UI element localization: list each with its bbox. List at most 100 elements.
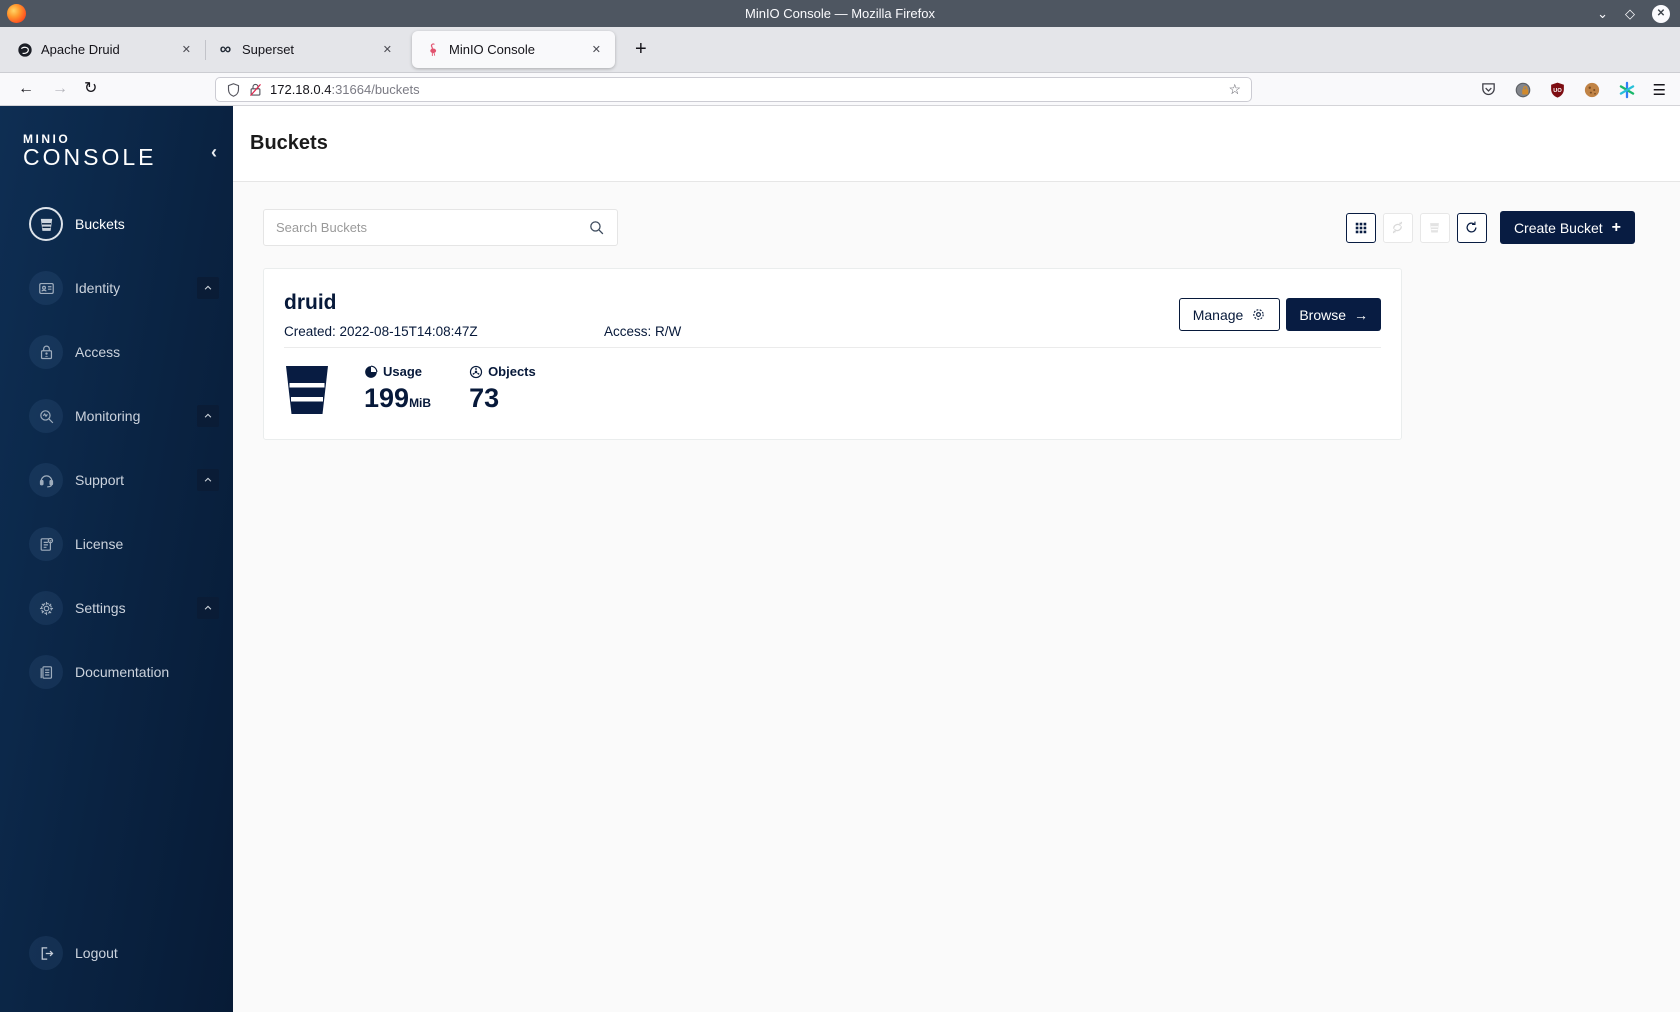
tab-superset[interactable]: ∞ Superset ✕	[205, 27, 406, 73]
usage-value: 199	[364, 383, 410, 413]
window-minimize-button[interactable]: ⌄	[1597, 7, 1608, 20]
tab-close-icon[interactable]: ✕	[588, 41, 605, 58]
buckets-toolbar: Create Bucket +	[233, 182, 1680, 282]
sidebar-item-settings[interactable]: Settings	[0, 576, 233, 640]
sidebar-item-identity[interactable]: Identity	[0, 256, 233, 320]
browser-tab-strip: Apache Druid ✕ ∞ Superset ✕ MinIO Consol…	[0, 27, 1680, 73]
sidebar-item-label: Buckets	[75, 216, 125, 232]
objects-metric: Objects 73	[469, 364, 536, 416]
refresh-button[interactable]	[1456, 212, 1487, 243]
window-close-button[interactable]: ✕	[1652, 4, 1670, 23]
sidebar-collapse-icon[interactable]: ‹	[211, 142, 217, 163]
window-maximize-button[interactable]: ◇	[1625, 7, 1635, 20]
license-document-icon	[29, 527, 63, 561]
url-text[interactable]: 172.18.0.4:31664/buckets	[270, 82, 1221, 97]
insecure-lock-icon[interactable]	[248, 82, 263, 98]
id-card-icon	[29, 271, 63, 305]
chevron-up-icon[interactable]	[197, 277, 219, 299]
minio-console-app: MINIO CONSOLE ‹ Buckets Identity Access …	[0, 106, 1680, 1012]
bucket-created-label: Created: 2022-08-15T14:08:47Z	[284, 324, 478, 339]
sidebar-item-logout[interactable]: Logout	[0, 921, 233, 985]
manage-gear-icon	[1251, 307, 1266, 322]
bucket-card[interactable]: druid Created: 2022-08-15T14:08:47Z Acce…	[263, 268, 1402, 440]
monitoring-search-icon	[29, 399, 63, 433]
delete-buckets-button[interactable]	[1419, 212, 1450, 243]
sidebar-item-license[interactable]: License	[0, 512, 233, 576]
create-bucket-label: Create Bucket	[1513, 219, 1603, 236]
tab-close-icon[interactable]: ✕	[379, 41, 396, 58]
forward-icon[interactable]: →	[52, 81, 68, 97]
sidebar-item-support[interactable]: Support	[0, 448, 233, 512]
page-header: Buckets	[233, 106, 1680, 182]
tracking-shield-icon[interactable]	[226, 82, 241, 98]
tab-close-icon[interactable]: ✕	[178, 41, 195, 58]
search-icon	[588, 219, 605, 236]
pocket-icon[interactable]	[1480, 81, 1497, 98]
lock-user-icon	[29, 335, 63, 369]
cookie-icon[interactable]	[1583, 81, 1601, 99]
create-bucket-button[interactable]: Create Bucket +	[1499, 211, 1635, 244]
main-content: Buckets Search Buckets Create Bucket + d…	[233, 106, 1680, 1012]
sidebar-item-label: Settings	[75, 600, 126, 616]
url-bar[interactable]: 172.18.0.4:31664/buckets ☆	[215, 77, 1252, 102]
objects-value: 73	[469, 383, 500, 413]
browse-button[interactable]: Browse →	[1286, 298, 1381, 331]
sidebar: MINIO CONSOLE ‹ Buckets Identity Access …	[0, 106, 233, 1012]
bucket-icon	[29, 207, 63, 241]
logo-console-text: CONSOLE	[23, 144, 157, 170]
sidebar-menu: Buckets Identity Access Monitoring Suppo…	[0, 192, 233, 704]
tab-label: Apache Druid	[41, 42, 120, 57]
sidebar-item-label: Identity	[75, 280, 121, 296]
manage-button[interactable]: Manage	[1178, 298, 1281, 331]
usage-label: Usage	[383, 364, 423, 379]
sidebar-item-access[interactable]: Access	[0, 320, 233, 384]
plus-icon: +	[1611, 218, 1621, 236]
usage-metric: Usage 199MiB	[364, 364, 431, 416]
set-replication-button[interactable]	[1382, 212, 1413, 243]
tab-minio-console[interactable]: MinIO Console ✕	[412, 31, 615, 68]
window-titlebar: MinIO Console — Mozilla Firefox ⌄ ◇ ✕	[0, 0, 1680, 27]
sidebar-item-buckets[interactable]: Buckets	[0, 192, 233, 256]
tab-label: Superset	[242, 42, 295, 57]
svg-text:UO: UO	[1553, 87, 1562, 93]
chevron-up-icon[interactable]	[197, 405, 219, 427]
usage-pie-icon	[364, 365, 378, 379]
window-title: MinIO Console — Mozilla Firefox	[745, 6, 935, 21]
search-buckets-box[interactable]	[263, 209, 618, 246]
browse-arrow-icon: →	[1354, 306, 1368, 323]
browser-navbar: ← → ↻ 172.18.0.4:31664/buckets ☆ UO ☰	[0, 73, 1680, 106]
browse-label: Browse	[1299, 306, 1346, 323]
objects-label: Objects	[488, 364, 536, 379]
sidebar-item-label: Documentation	[75, 664, 170, 680]
sidebar-item-monitoring[interactable]: Monitoring	[0, 384, 233, 448]
sidebar-item-documentation[interactable]: Documentation	[0, 640, 233, 704]
tab-label: MinIO Console	[449, 42, 535, 57]
chevron-up-icon[interactable]	[197, 597, 219, 619]
hamburger-menu-icon[interactable]: ☰	[1653, 81, 1666, 99]
sidebar-item-label: Monitoring	[75, 408, 141, 424]
superset-favicon-icon: ∞	[219, 40, 232, 58]
minio-console-logo: MINIO CONSOLE	[23, 132, 156, 171]
sidebar-item-label: License	[75, 536, 124, 552]
grid-view-button[interactable]	[1345, 212, 1376, 243]
sidebar-item-label: Access	[75, 344, 121, 360]
documentation-book-icon	[29, 655, 63, 689]
page-title: Buckets	[250, 132, 328, 154]
minio-flamingo-favicon-icon	[424, 41, 441, 58]
chevron-up-icon[interactable]	[197, 469, 219, 491]
tab-apache-druid[interactable]: Apache Druid ✕	[4, 27, 205, 73]
manage-label: Manage	[1192, 306, 1244, 323]
ublock-shield-icon[interactable]: UO	[1549, 81, 1566, 99]
card-divider	[284, 347, 1381, 348]
bookmark-star-icon[interactable]: ☆	[1228, 81, 1241, 98]
privacy-extension-icon[interactable]	[1514, 81, 1532, 99]
asterisk-extension-icon[interactable]	[1618, 81, 1636, 99]
sidebar-item-label: Support	[75, 472, 125, 488]
reload-icon[interactable]: ↻	[84, 81, 97, 97]
new-tab-button[interactable]: +	[635, 38, 647, 61]
logout-icon	[29, 936, 63, 970]
search-input[interactable]	[276, 220, 588, 235]
back-icon[interactable]: ←	[18, 81, 34, 97]
sidebar-item-label: Logout	[75, 945, 118, 961]
druid-favicon-icon	[16, 41, 33, 58]
